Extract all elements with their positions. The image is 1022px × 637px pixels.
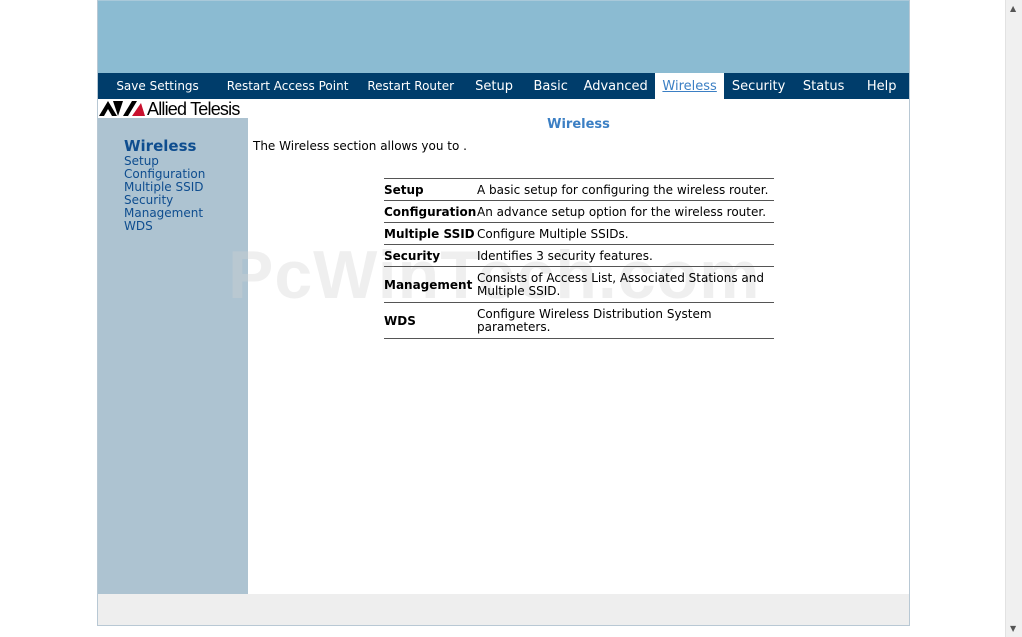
nav-restart-access-point[interactable]: Restart Access Point xyxy=(217,73,358,99)
table-row: WDS Configure Wireless Distribution Syste… xyxy=(384,302,774,339)
nav-save-settings[interactable]: Save Settings xyxy=(98,73,217,99)
nav-help[interactable]: Help xyxy=(854,73,909,99)
wireless-features-table: Setup A basic setup for configuring the w… xyxy=(384,178,774,339)
allied-telesis-logo: Allied Telesis xyxy=(99,99,240,118)
router-page: Save Settings Restart Access Point Restart… xyxy=(97,0,910,626)
nav-security[interactable]: Security xyxy=(724,73,793,99)
nav-wireless[interactable]: Wireless xyxy=(654,73,725,99)
row-key: WDS xyxy=(384,302,477,339)
scroll-up-icon[interactable]: ▲ xyxy=(1010,4,1016,13)
sidebar-link-wds[interactable]: WDS xyxy=(124,220,205,233)
row-description: Configure Wireless Distribution System p… xyxy=(477,302,774,339)
row-description: Consists of Access List, Associated Stat… xyxy=(477,266,774,303)
nav-advanced[interactable]: Advanced xyxy=(576,73,654,99)
allied-telesis-logo-mark-icon xyxy=(99,101,145,116)
table-row: Management Consists of Access List, Assoc… xyxy=(384,266,774,303)
nav-restart-router[interactable]: Restart Router xyxy=(358,73,463,99)
row-key: Management xyxy=(384,266,477,303)
sidebar-links: Setup Configuration Multiple SSID Security M… xyxy=(124,155,205,233)
table-row: Security Identifies 3 security features. xyxy=(384,244,774,267)
row-key: Security xyxy=(384,244,477,267)
footer-bar xyxy=(98,594,909,625)
row-description: Identifies 3 security features. xyxy=(477,244,774,267)
table-row: Setup A basic setup for configuring the w… xyxy=(384,178,774,201)
nav-status[interactable]: Status xyxy=(793,73,855,99)
top-nav: Save Settings Restart Access Point Restart… xyxy=(98,73,909,99)
scroll-down-icon[interactable]: ▼ xyxy=(1010,624,1016,633)
vertical-scrollbar[interactable]: ▲ ▼ xyxy=(1005,0,1022,637)
row-description: Configure Multiple SSIDs. xyxy=(477,222,774,245)
page-title: Wireless xyxy=(547,117,610,132)
header-banner xyxy=(98,0,909,73)
sidebar-title: Wireless xyxy=(124,137,197,155)
row-key: Configuration xyxy=(384,200,477,223)
nav-basic[interactable]: Basic xyxy=(525,73,577,99)
row-key: Setup xyxy=(384,178,477,201)
intro-text: The Wireless section allows you to . xyxy=(253,139,467,153)
table-row: Multiple SSID Configure Multiple SSIDs. xyxy=(384,222,774,245)
table-row: Configuration An advance setup option for… xyxy=(384,200,774,223)
row-description: A basic setup for configuring the wirele… xyxy=(477,178,774,201)
row-key: Multiple SSID xyxy=(384,222,477,245)
nav-setup[interactable]: Setup xyxy=(463,73,525,99)
row-description: An advance setup option for the wireless… xyxy=(477,200,774,223)
logo-text: Allied Telesis xyxy=(147,98,240,119)
